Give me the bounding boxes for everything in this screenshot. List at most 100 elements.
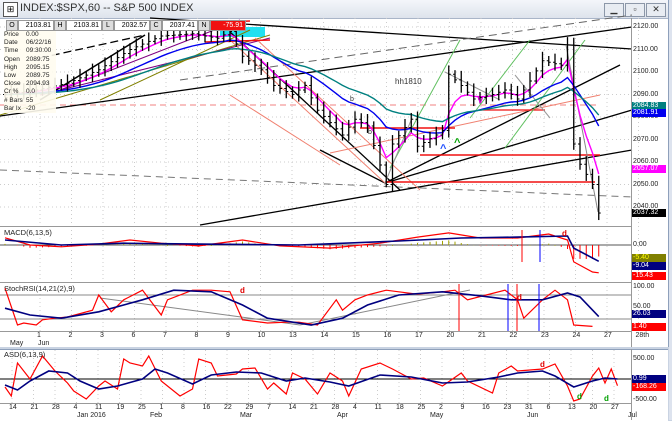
- time-axis-day: 9: [226, 332, 230, 339]
- asd-axis-day: 11: [374, 404, 382, 411]
- asd-axis-month: Jul: [628, 412, 637, 419]
- asd-value-tag: 0.99: [632, 375, 666, 383]
- asd-value-tag: -168.26: [632, 383, 666, 391]
- asd-axis-day: 28: [331, 404, 340, 411]
- time-axis-day: 2: [68, 332, 73, 339]
- time-axis-day: 23: [541, 332, 549, 339]
- data-window-row: Bar Ix -20: [4, 105, 56, 113]
- data-window-row: Close 2094.93: [4, 80, 56, 88]
- asd-axis-day: 6: [546, 404, 551, 411]
- asd-axis-day: 4: [73, 404, 78, 411]
- ma-magenta-line: [4, 33, 600, 175]
- data-window-value: -20: [26, 104, 36, 112]
- asd-axis-day: 21: [310, 404, 318, 411]
- data-window-value: 55: [26, 96, 34, 104]
- asd-axis-day: 11: [95, 404, 103, 411]
- asd-axis-month: Jun: [527, 412, 539, 419]
- ohlc-readout: O 2103.81 H 2103.81 L 2032.57 C 2037.41 N -75…: [6, 20, 246, 31]
- data-window-key: High: [4, 63, 18, 71]
- data-window-row: Date 06/22/16: [4, 39, 56, 47]
- asd-axis-day: 27: [611, 404, 619, 411]
- chart-canvas[interactable]: hh1810 b b V ^ ^ d d d d d d: [0, 0, 672, 420]
- asd-axis-day: 20: [589, 404, 598, 411]
- annotation-d: d: [577, 392, 582, 401]
- close-value: 2037.41: [162, 20, 198, 31]
- asd-axis-label: 500.00: [633, 355, 655, 362]
- price-axis-label: 2090.00: [633, 90, 659, 98]
- macd-label: MACD(6,13,5): [4, 228, 52, 237]
- asd-axis-day: 28: [52, 404, 60, 411]
- price-axis-label: 2070.00: [633, 135, 659, 143]
- time-axis-day: 10: [257, 332, 266, 339]
- high-value: 2103.81: [66, 20, 102, 31]
- data-window-row: Cr % 0.0: [4, 88, 56, 96]
- annotation-up-green: ^: [454, 137, 461, 149]
- data-window-key: # Bars: [4, 96, 23, 104]
- asd-axis-day: 23: [503, 404, 512, 411]
- time-axis-day: 13: [289, 332, 297, 339]
- annotation-b: b: [350, 96, 354, 103]
- annotation-d: d: [240, 286, 245, 295]
- asd-axis-day: 2: [439, 404, 443, 411]
- price-bars: [3, 22, 601, 221]
- time-axis-day: 17: [415, 332, 423, 339]
- macd-axis-label: 0.00: [633, 241, 647, 248]
- data-window-key: Open: [4, 55, 20, 63]
- time-axis-day: 22: [509, 332, 518, 339]
- time-axis-day: 14: [320, 332, 329, 339]
- annotation-d: d: [562, 229, 567, 238]
- macd-value-tag: -5.40: [632, 254, 666, 262]
- time-axis-day: 15: [352, 332, 360, 339]
- macd-signal-line: [4, 235, 600, 263]
- data-window-value: 2089.75: [26, 55, 50, 63]
- time-axis-day: 16: [383, 332, 392, 339]
- asd-axis-day: 16: [202, 404, 211, 411]
- asd-axis-day: 7: [267, 404, 271, 411]
- low-value: 2032.57: [114, 20, 150, 31]
- macd-value-tag: -15.43: [632, 272, 666, 280]
- stoch-k-line: [4, 288, 593, 327]
- data-window-row: Price 0.00: [4, 31, 56, 39]
- asd-axis-month: Jan 2016: [77, 412, 106, 419]
- data-window-key: Cr %: [4, 88, 19, 96]
- asd-axis-day: 9: [460, 404, 465, 411]
- trendlines: [0, 14, 633, 226]
- asd-label: ASD(6,13,9): [4, 350, 46, 359]
- time-axis-day: 21: [478, 332, 486, 339]
- stoch-trendline: [99, 297, 301, 326]
- time-axis-day: 1: [37, 332, 41, 339]
- asd-axis-day: 21: [30, 404, 39, 411]
- asd-axis-day: 14: [9, 404, 17, 411]
- time-axis-day: 28th: [635, 332, 650, 339]
- stoch-axis-label: 50.00: [633, 303, 651, 310]
- asd-axis-day: 1: [159, 404, 164, 411]
- stoch-value-tag: 1.40: [632, 323, 666, 331]
- stochrsi-label: StochRSI(14,21(2),9): [4, 284, 75, 293]
- asd-axis-label: -500.00: [633, 396, 657, 403]
- asd-axis-day: 22: [224, 404, 232, 411]
- asd-axis-day: 25: [417, 404, 426, 411]
- time-axis-day: 20: [446, 332, 455, 339]
- price-tag: 2057.07: [632, 164, 666, 173]
- data-window-key: Low: [4, 72, 16, 80]
- asd-axis-month: Feb: [150, 412, 163, 419]
- ma-teal-line: [4, 47, 600, 123]
- price-tag: 2037.32: [632, 209, 666, 218]
- time-axis-day: 7: [163, 332, 167, 339]
- time-axis-month: Jun: [38, 340, 50, 347]
- annotation-d: d: [604, 394, 609, 403]
- annotation-b: b: [368, 129, 372, 136]
- data-window-value: 2094.93: [26, 80, 50, 88]
- time-axis-month: May: [10, 340, 24, 347]
- asd-axis-day: 4: [353, 404, 357, 411]
- stoch-value-tag: 26.03: [632, 310, 666, 318]
- asd-axis-day: 13: [568, 404, 576, 411]
- annotation-up-blue: ^: [440, 143, 447, 155]
- time-axis-day: 27: [604, 332, 612, 339]
- data-window-key: Time: [4, 47, 19, 55]
- macd-line: [4, 232, 599, 274]
- macd-value-tag: -9.04: [632, 262, 666, 270]
- asd-axis-day: 19: [116, 404, 125, 411]
- open-value: 2103.81: [18, 20, 54, 31]
- net-change-value: -75.91: [210, 20, 246, 31]
